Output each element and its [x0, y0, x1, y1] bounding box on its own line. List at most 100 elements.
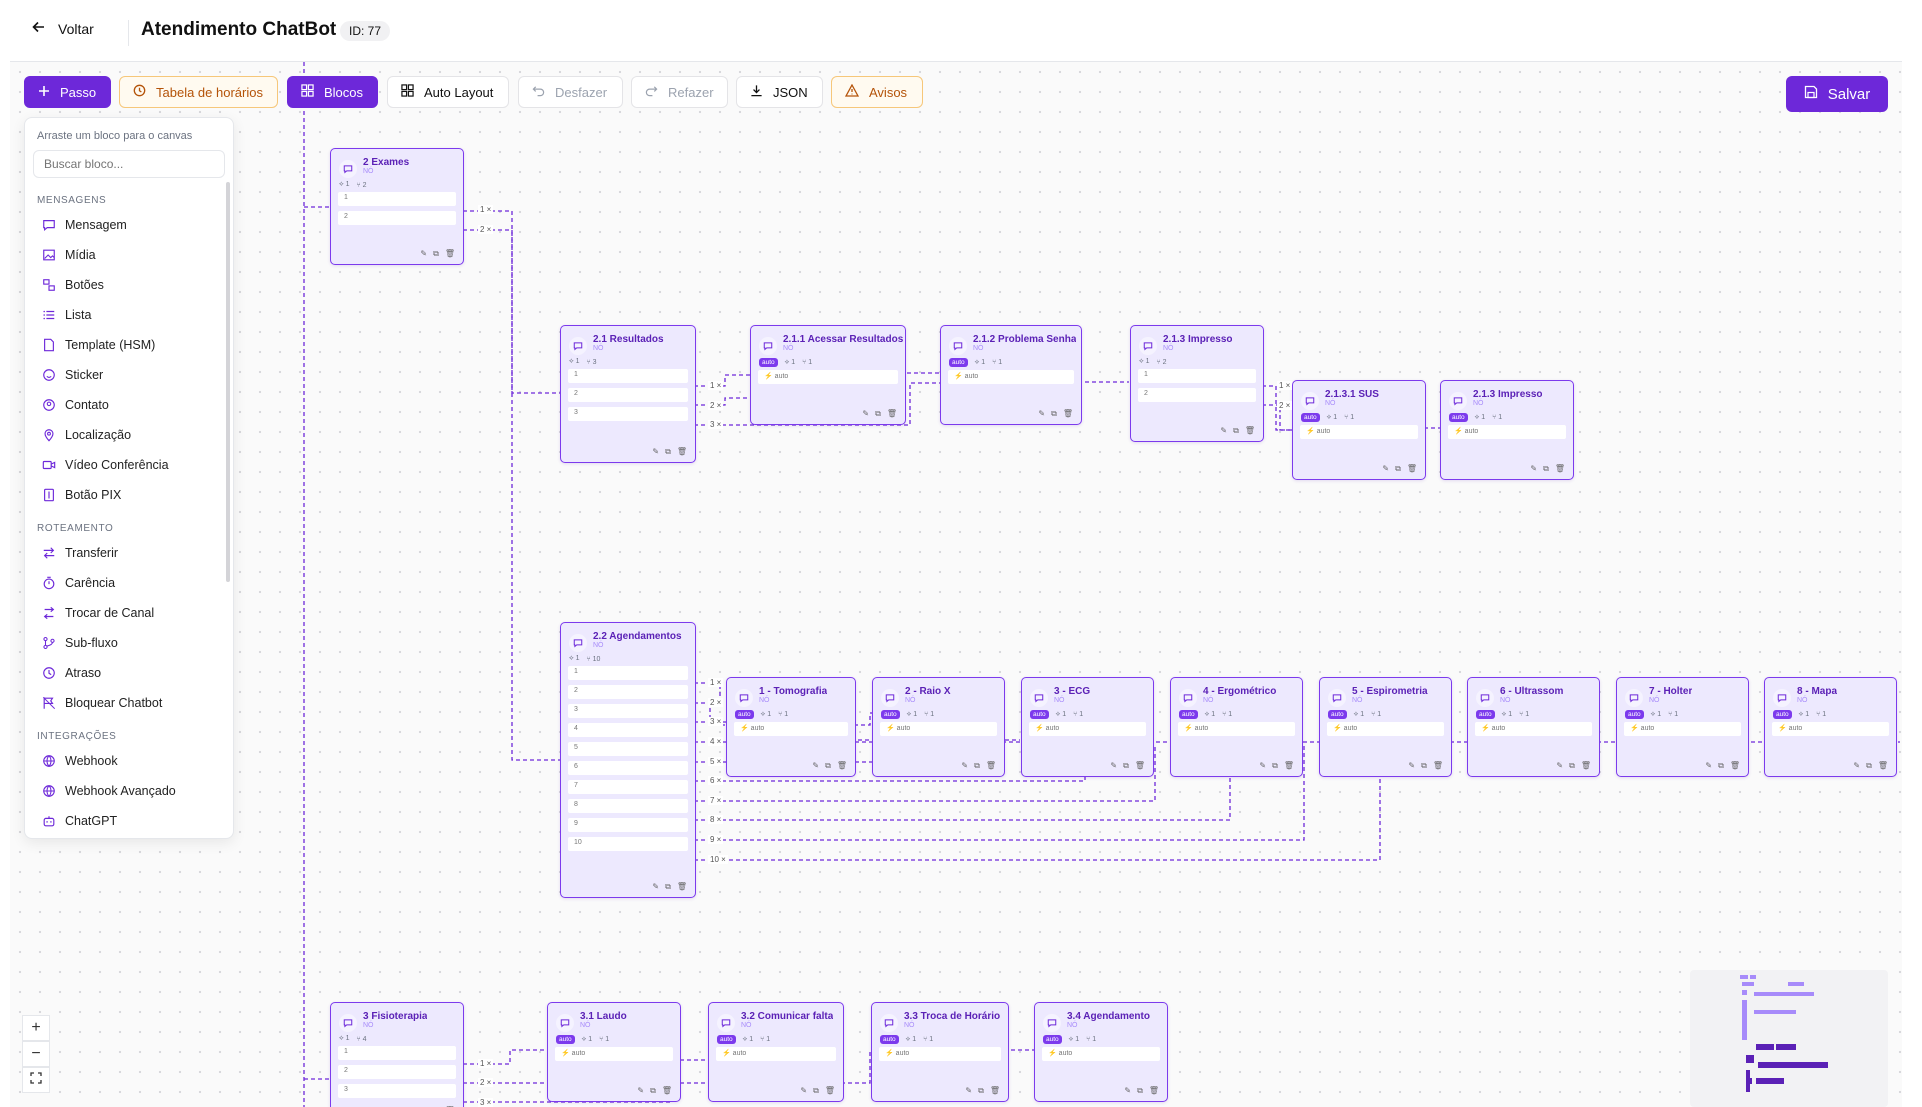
copy-icon[interactable]: ⧉ — [813, 1086, 819, 1096]
block-item[interactable]: Vídeo Conferência — [25, 450, 233, 480]
edge-label[interactable]: 1 × — [478, 1059, 494, 1068]
flow-node[interactable]: 2 - Raio X NÓ auto ⟡ 1 ⑂ 1 ⚡ auto ✎ ⧉ 🗑 — [872, 677, 1005, 777]
node-option-row[interactable]: 3 — [568, 407, 688, 421]
copy-icon[interactable]: ⧉ — [1718, 761, 1724, 771]
copy-icon[interactable]: ⧉ — [1866, 761, 1872, 771]
zoom-in-button[interactable]: + — [22, 1015, 50, 1041]
copy-icon[interactable]: ⧉ — [1569, 761, 1575, 771]
block-item[interactable]: Sub-fluxo — [25, 628, 233, 658]
block-item[interactable]: Carência — [25, 568, 233, 598]
trash-icon[interactable]: 🗑 — [1245, 426, 1255, 436]
block-item[interactable]: Webhook — [25, 746, 233, 776]
block-item[interactable]: Webhook Avançado — [25, 776, 233, 806]
edit-icon[interactable]: ✎ — [1124, 1086, 1131, 1096]
flow-node[interactable]: 8 - Mapa NÓ auto ⟡ 1 ⑂ 1 ⚡ auto ✎ ⧉ 🗑 — [1764, 677, 1897, 777]
edge-label[interactable]: 1 × — [708, 381, 724, 390]
edge-label[interactable]: 5 × — [708, 757, 724, 766]
add-step-button[interactable]: Passo — [24, 76, 111, 108]
flow-node[interactable]: 2.1.3.1 SUS NÓ auto ⟡ 1 ⑂ 1 ⚡ auto ✎ ⧉ 🗑 — [1292, 380, 1426, 480]
copy-icon[interactable]: ⧉ — [1123, 761, 1129, 771]
copy-icon[interactable]: ⧉ — [1395, 464, 1401, 474]
node-option-row[interactable]: 8 — [568, 799, 688, 813]
edit-icon[interactable]: ✎ — [1705, 761, 1712, 771]
trash-icon[interactable]: 🗑 — [990, 1086, 1000, 1096]
undo-button[interactable]: Desfazer — [518, 76, 623, 108]
edge-label[interactable]: 2 × — [1277, 401, 1293, 410]
block-item[interactable]: Bloquear Chatbot — [25, 688, 233, 718]
edit-icon[interactable]: ✎ — [1530, 464, 1537, 474]
node-option-row[interactable]: 1 — [338, 1046, 456, 1060]
copy-icon[interactable]: ⧉ — [875, 409, 881, 419]
trash-icon[interactable]: 🗑 — [1135, 761, 1145, 771]
edit-icon[interactable]: ✎ — [652, 447, 659, 457]
block-item[interactable]: Contato — [25, 390, 233, 420]
copy-icon[interactable]: ⧉ — [1051, 409, 1057, 419]
copy-icon[interactable]: ⧉ — [825, 761, 831, 771]
edge-label[interactable]: 2 × — [478, 225, 494, 234]
edit-icon[interactable]: ✎ — [965, 1086, 972, 1096]
edit-icon[interactable]: ✎ — [652, 882, 659, 892]
copy-icon[interactable]: ⧉ — [1137, 1086, 1143, 1096]
copy-icon[interactable]: ⧉ — [1421, 761, 1427, 771]
schedule-table-button[interactable]: Tabela de horários — [119, 76, 278, 108]
block-search-input[interactable] — [33, 150, 225, 178]
fit-view-button[interactable] — [22, 1067, 50, 1093]
copy-icon[interactable]: ⧉ — [1543, 464, 1549, 474]
edit-icon[interactable]: ✎ — [1382, 464, 1389, 474]
trash-icon[interactable]: 🗑 — [677, 882, 687, 892]
trash-icon[interactable]: 🗑 — [662, 1086, 672, 1096]
copy-icon[interactable]: ⧉ — [650, 1086, 656, 1096]
node-option-row[interactable]: 2 — [338, 211, 456, 225]
trash-icon[interactable]: 🗑 — [1284, 761, 1294, 771]
edge-label[interactable]: 3 × — [708, 420, 724, 429]
warnings-button[interactable]: Avisos — [831, 76, 923, 108]
node-option-row[interactable]: 1 — [1138, 369, 1256, 383]
flow-node[interactable]: 7 - Holter NÓ auto ⟡ 1 ⑂ 1 ⚡ auto ✎ ⧉ 🗑 — [1616, 677, 1749, 777]
edit-icon[interactable]: ✎ — [420, 249, 427, 259]
node-option-row[interactable]: 1 — [568, 369, 688, 383]
edge-label[interactable]: 2 × — [708, 698, 724, 707]
block-item[interactable]: Mensagem — [25, 210, 233, 240]
node-option-row[interactable]: 2 — [1138, 388, 1256, 402]
block-item[interactable]: Mídia — [25, 240, 233, 270]
edge-label[interactable]: 3 × — [478, 1098, 494, 1107]
block-item[interactable]: Botão PIX — [25, 480, 233, 510]
node-option-row[interactable]: 6 — [568, 761, 688, 775]
trash-icon[interactable]: 🗑 — [1149, 1086, 1159, 1096]
copy-icon[interactable]: ⧉ — [974, 761, 980, 771]
edge-label[interactable]: 1 × — [1277, 381, 1293, 390]
node-option-row[interactable]: 9 — [568, 818, 688, 832]
flow-node[interactable]: 3.4 Agendamento NÓ auto ⟡ 1 ⑂ 1 ⚡ auto ✎ ⧉ 🗑 — [1034, 1002, 1168, 1102]
edit-icon[interactable]: ✎ — [1220, 426, 1227, 436]
node-option-row[interactable]: 3 — [338, 1084, 456, 1098]
copy-icon[interactable]: ⧉ — [433, 249, 439, 259]
node-option-row[interactable]: 10 — [568, 837, 688, 851]
edge-label[interactable]: 9 × — [708, 835, 724, 844]
copy-icon[interactable]: ⧉ — [978, 1086, 984, 1096]
edge-label[interactable]: 2 × — [708, 401, 724, 410]
copy-icon[interactable]: ⧉ — [665, 447, 671, 457]
edge-label[interactable]: 6 × — [708, 776, 724, 785]
trash-icon[interactable]: 🗑 — [1730, 761, 1740, 771]
blocks-button[interactable]: Blocos — [287, 76, 378, 108]
edge-label[interactable]: 4 × — [708, 737, 724, 746]
edit-icon[interactable]: ✎ — [812, 761, 819, 771]
trash-icon[interactable]: 🗑 — [1407, 464, 1417, 474]
flow-node[interactable]: 2.1.3 Impresso NÓ auto ⟡ 1 ⑂ 1 ⚡ auto ✎ ⧉ 🗑 — [1440, 380, 1574, 480]
copy-icon[interactable]: ⧉ — [665, 882, 671, 892]
node-option-row[interactable]: 7 — [568, 780, 688, 794]
edit-icon[interactable]: ✎ — [1259, 761, 1266, 771]
panel-scrollbar[interactable] — [226, 182, 230, 582]
edit-icon[interactable]: ✎ — [1556, 761, 1563, 771]
node-option-row[interactable]: 1 — [338, 192, 456, 206]
flow-node[interactable]: 2.2 Agendamentos NÓ ⟡ 1 ⑂ 10 1 2 3 4 5 6 7 8 9 10 ✎ ⧉ 🗑 — [560, 622, 696, 898]
block-item[interactable]: Sticker — [25, 360, 233, 390]
copy-icon[interactable]: ⧉ — [1272, 761, 1278, 771]
trash-icon[interactable]: 🗑 — [1878, 761, 1888, 771]
block-item[interactable]: Trocar de Canal — [25, 598, 233, 628]
trash-icon[interactable]: 🗑 — [677, 447, 687, 457]
edit-icon[interactable]: ✎ — [800, 1086, 807, 1096]
back-button[interactable]: Voltar — [32, 20, 94, 37]
edge-label[interactable]: 1 × — [478, 205, 494, 214]
edit-icon[interactable]: ✎ — [1038, 409, 1045, 419]
